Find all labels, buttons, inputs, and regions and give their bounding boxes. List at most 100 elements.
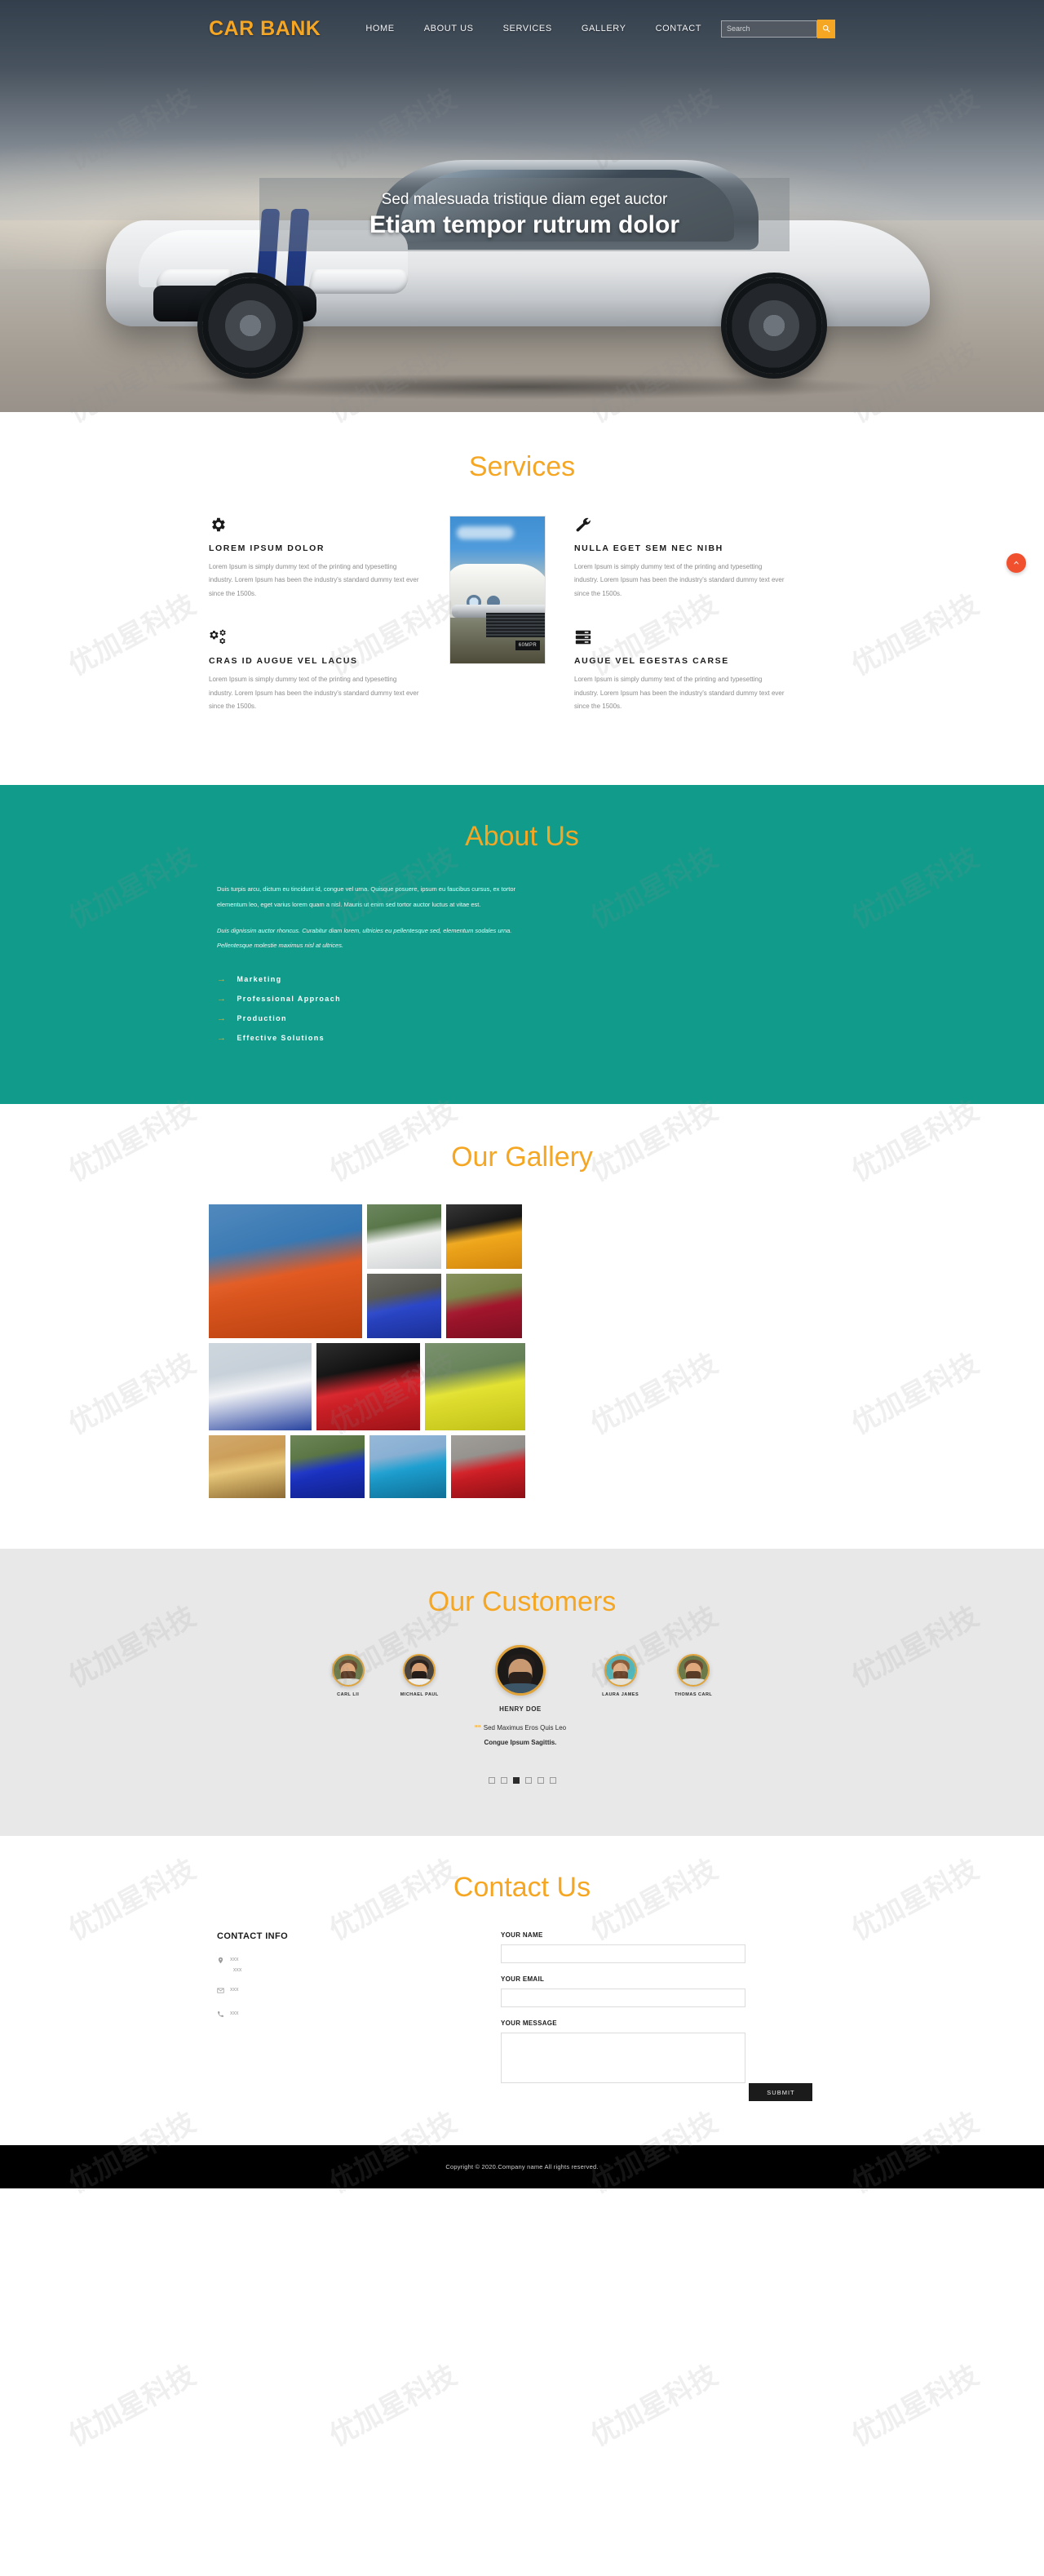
map-pin-icon xyxy=(217,1954,230,1969)
gallery-title: Our Gallery xyxy=(451,1141,593,1173)
customers-avatars: CARL LII MICHAEL PAUL HENRY DOE ““ Sed Ma… xyxy=(209,1644,835,1746)
customer-carl-lii[interactable]: CARL LII xyxy=(331,1653,365,1697)
customer-name: LAURA JAMES xyxy=(602,1691,639,1697)
testimonial-text-1: Sed Maximus Eros Quis Leo xyxy=(483,1723,567,1731)
avatar xyxy=(494,1644,546,1696)
service-heading: LOREM IPSUM DOLOR xyxy=(209,543,325,553)
carousel-dot-3[interactable] xyxy=(512,1776,520,1784)
gallery-row-3 xyxy=(209,1434,835,1498)
about-list-item-marketing[interactable]: → Marketing xyxy=(217,973,835,984)
scroll-to-top-button[interactable] xyxy=(1006,553,1026,573)
carousel-dot-1[interactable] xyxy=(488,1776,495,1784)
gallery-tile-7[interactable] xyxy=(425,1342,525,1430)
about-body: Duis turpis arcu, dictum eu tincidunt id… xyxy=(209,882,835,1043)
contact-phone-line: xxx xyxy=(217,2008,453,2023)
gallery-tile-9[interactable] xyxy=(290,1434,365,1498)
service-card-augue-vel-egestas-carse: AUGUE VEL EGESTAS CARSE Lorem Ipsum is s… xyxy=(574,628,786,713)
gallery-tile-6[interactable] xyxy=(316,1342,420,1430)
search-input[interactable] xyxy=(721,20,817,38)
services-photo-cell: 60MPR xyxy=(445,516,550,741)
envelope-icon xyxy=(217,1984,230,1999)
gallery-tile-0[interactable] xyxy=(209,1204,362,1338)
contact-email-value: xxx xyxy=(230,1987,239,1993)
about-list-label: Production xyxy=(237,1014,287,1023)
about-list-item-production[interactable]: → Production xyxy=(217,1013,835,1023)
about-list-label: Professional Approach xyxy=(237,995,341,1004)
nav-item-services[interactable]: SERVICES xyxy=(503,24,552,33)
about-section: About Us Duis turpis arcu, dictum eu tin… xyxy=(0,785,1044,1104)
service-body: Lorem Ipsum is simply dummy text of the … xyxy=(209,676,419,710)
gallery-tile-2[interactable] xyxy=(446,1204,522,1269)
phone-icon xyxy=(217,2008,230,2023)
gallery-row-1 xyxy=(209,1204,835,1338)
gallery-tile-3[interactable] xyxy=(367,1273,441,1338)
carousel-dot-6[interactable] xyxy=(549,1776,556,1784)
avatar xyxy=(604,1653,637,1687)
about-list-label: Effective Solutions xyxy=(237,1034,325,1043)
about-title: About Us xyxy=(465,821,579,853)
gallery-tile-8[interactable] xyxy=(209,1434,285,1498)
testimonial: ““ Sed Maximus Eros Quis Leo Congue Ipsum… xyxy=(475,1716,566,1746)
watermark-text: 优加星科技 xyxy=(846,2358,984,2453)
nav-item-gallery[interactable]: GALLERY xyxy=(582,24,626,33)
gallery-section: Our Gallery xyxy=(0,1103,1044,1549)
service-body: Lorem Ipsum is simply dummy text of the … xyxy=(574,676,785,710)
contact-address-2: xxx xyxy=(232,1967,242,1974)
contact-section: Contact Us CONTACT INFO xxx xxx xxx xxx … xyxy=(0,1835,1044,2146)
about-feature-list: → Marketing → Professional Approach → Pr… xyxy=(217,973,835,1043)
customer-laura-james[interactable]: LAURA JAMES xyxy=(602,1653,639,1697)
customer-thomas-carl[interactable]: THOMAS CARL xyxy=(675,1653,712,1697)
carousel-dot-2[interactable] xyxy=(500,1776,507,1784)
arrow-right-icon: → xyxy=(217,1032,228,1043)
name-field[interactable] xyxy=(501,1944,745,1963)
brand-logo[interactable]: CAR BANK xyxy=(209,17,321,41)
quote-icon: ““ xyxy=(474,1723,481,1731)
about-paragraph-2: Duis dignissim auctor rhoncus. Curabitur… xyxy=(217,927,512,950)
carousel-pagination xyxy=(0,1776,1044,1784)
contact-email-line: xxx xyxy=(217,1984,453,1999)
carousel-dot-4[interactable] xyxy=(524,1776,532,1784)
gallery-tile-4[interactable] xyxy=(446,1273,522,1338)
gallery-tile-11[interactable] xyxy=(451,1434,525,1498)
service-body: Lorem Ipsum is simply dummy text of the … xyxy=(209,563,419,597)
about-list-item-professional-approach[interactable]: → Professional Approach xyxy=(217,994,835,1004)
submit-button[interactable]: SUBMIT xyxy=(749,2083,813,2102)
service-card-cras-id-augue-vel-lacus: CRAS ID AUGUE VEL LACUS Lorem Ipsum is s… xyxy=(209,628,421,713)
contact-address-line: xxx xxx xyxy=(217,1954,453,1976)
gallery-tile-10[interactable] xyxy=(369,1434,446,1498)
service-heading: CRAS ID AUGUE VEL LACUS xyxy=(209,656,358,667)
services-section: Services LOREM IPSUM DOLOR Lorem Ipsum i… xyxy=(0,412,1044,786)
carousel-dot-5[interactable] xyxy=(537,1776,544,1784)
gallery-col-b xyxy=(446,1204,522,1338)
avatar xyxy=(403,1653,436,1687)
message-field-label: YOUR MESSAGE xyxy=(501,2019,557,2027)
gallery-tile-1[interactable] xyxy=(367,1204,441,1269)
nav-item-contact[interactable]: CONTACT xyxy=(656,24,702,33)
gallery-row-2 xyxy=(209,1342,835,1430)
message-field[interactable] xyxy=(501,2032,745,2083)
email-field[interactable] xyxy=(501,1988,745,2007)
contact-phone-value: xxx xyxy=(230,2011,239,2017)
license-plate: 60MPR xyxy=(515,641,540,650)
about-list-label: Marketing xyxy=(237,975,282,984)
contact-form: YOUR NAME YOUR EMAIL YOUR MESSAGE SUBMIT xyxy=(501,1931,819,2102)
nav-item-about-us[interactable]: ABOUT US xyxy=(424,24,474,33)
customer-name: CARL LII xyxy=(337,1691,360,1697)
testimonial-line-2: Congue Ipsum Sagittis. xyxy=(484,1738,557,1746)
arrow-right-icon: → xyxy=(217,1013,228,1023)
arrow-right-icon: → xyxy=(217,973,228,984)
chevron-up-icon xyxy=(1014,561,1019,565)
search-button[interactable] xyxy=(817,19,835,38)
watermark-text: 优加星科技 xyxy=(63,2358,201,2453)
service-heading: NULLA EGET SEM NEC NIBH xyxy=(574,543,723,553)
nav-item-home[interactable]: HOME xyxy=(365,24,394,33)
gallery-tile-5[interactable] xyxy=(209,1342,312,1430)
customer-michael-paul[interactable]: MICHAEL PAUL xyxy=(400,1653,439,1697)
email-field-label: YOUR EMAIL xyxy=(501,1975,545,1983)
gallery-grid xyxy=(209,1204,835,1498)
hero-subtitle: Sed malesuada tristique diam eget auctor xyxy=(381,190,668,208)
about-list-item-effective-solutions[interactable]: → Effective Solutions xyxy=(217,1032,835,1043)
about-paragraph-1: Duis turpis arcu, dictum eu tincidunt id… xyxy=(217,885,516,908)
avatar xyxy=(331,1653,365,1687)
customer-henry-doe[interactable]: HENRY DOE ““ Sed Maximus Eros Quis Leo Co… xyxy=(475,1644,566,1746)
